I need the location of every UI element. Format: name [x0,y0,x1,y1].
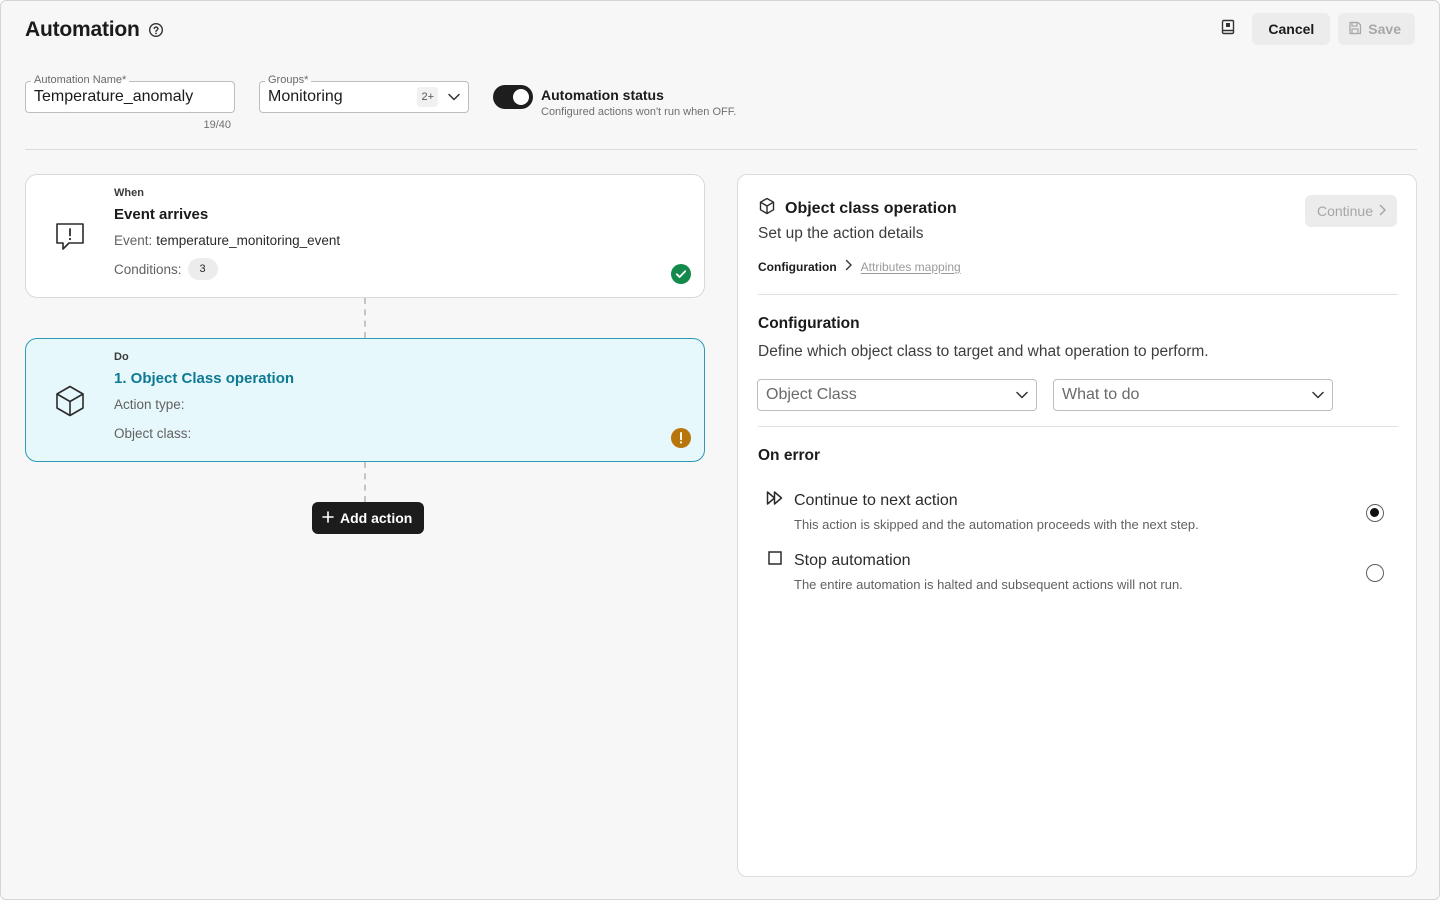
warning-icon [671,428,691,448]
breadcrumb: Configuration Attributes mapping [758,259,961,274]
option-label-row: Continue to next action [766,490,1386,511]
action-card[interactable]: Do 1. Object Class operation Action type… [25,338,705,462]
page-title: Automation [25,18,140,41]
action-type-line: Action type: [114,397,294,412]
conditions-label: Conditions: [114,261,182,277]
configuration-title: Configuration [758,315,860,332]
documentation-button[interactable] [1212,13,1244,45]
panel-header: Object class operation [758,197,957,220]
automation-status-text: Automation status Configured actions won… [541,87,736,118]
help-icon[interactable] [148,22,164,38]
panel-divider [758,294,1398,295]
fast-forward-icon [766,490,784,511]
flow-connector [364,298,366,338]
save-button[interactable]: Save [1338,13,1415,45]
trigger-conditions-line: Conditions: 3 [114,258,340,280]
chevron-down-icon [1016,386,1028,404]
action-card-body: Do 1. Object Class operation Action type… [114,351,294,441]
groups-more-badge: 2+ [417,87,438,107]
trigger-eyebrow: When [114,187,144,199]
object-class-label: Object class: [114,426,192,441]
add-action-button[interactable]: Add action [312,502,425,534]
automation-name-label: Automation Name* [31,74,130,87]
header-actions: Cancel Save [1212,13,1415,45]
trigger-card[interactable]: When Event arrives Event: temperature_mo… [25,174,705,298]
what-to-do-placeholder: What to do [1062,386,1140,403]
plus-icon [322,510,334,526]
object-class-select[interactable]: Object Class [757,379,1037,411]
chevron-right-icon [1379,203,1387,219]
page-header: Automation [25,15,164,45]
action-eyebrow: Do [114,351,129,363]
configuration-subtitle: Define which object class to target and … [758,343,1209,360]
cube-icon [52,383,88,419]
add-action-label: Add action [340,510,413,526]
stop-radio[interactable] [1366,564,1384,582]
chevron-down-icon [1312,386,1324,404]
object-class-line: Object class: [114,426,294,441]
what-to-do-select[interactable]: What to do [1053,379,1333,411]
automation-status-toggle[interactable] [493,85,533,109]
action-title: 1. Object Class operation [114,370,295,387]
breadcrumb-attributes-mapping[interactable]: Attributes mapping [861,260,961,274]
event-message-icon [52,219,88,255]
groups-value: Monitoring [268,88,343,105]
on-error-option-continue[interactable]: Continue to next action This action is s… [766,490,1386,532]
check-circle-icon [671,264,691,284]
on-error-option-stop[interactable]: Stop automation The entire automation is… [766,550,1386,592]
object-class-placeholder: Object Class [766,386,857,403]
flow-connector [364,462,366,502]
event-value: temperature_monitoring_event [156,233,341,248]
on-error-title: On error [758,447,821,464]
panel-divider [758,426,1398,427]
panel-subtitle: Set up the action details [758,225,924,242]
panel-title: Object class operation [785,199,957,217]
save-button-label: Save [1368,21,1401,37]
chevron-down-icon [448,88,460,106]
groups-label: Groups* [265,74,312,87]
continue-radio[interactable] [1366,504,1384,522]
automation-status-title: Automation status [541,87,664,103]
action-details-panel: Object class operation Set up the action… [737,174,1417,877]
toggle-knob [513,89,529,105]
option-description: This action is skipped and the automatio… [794,517,1199,532]
trigger-card-body: When Event arrives Event: temperature_mo… [114,187,340,280]
continue-label: Continue [1316,203,1373,219]
option-description: The entire automation is halted and subs… [794,577,1183,592]
conditions-count-badge: 3 [187,258,218,280]
groups-field: Monitoring 2+ Groups* [259,74,469,113]
book-icon [1221,19,1235,40]
option-label-row: Stop automation [766,550,1386,571]
chevron-right-icon [845,259,853,274]
automation-name-field: Temperature_anomaly Automation Name* 19/… [25,74,235,131]
cube-icon [758,197,776,220]
breadcrumb-configuration[interactable]: Configuration [758,260,837,274]
cancel-button[interactable]: Cancel [1252,13,1331,45]
option-label: Continue to next action [794,491,958,509]
stop-square-icon [766,550,784,571]
character-counter: 19/40 [203,119,231,131]
automation-name-value: Temperature_anomaly [34,88,194,105]
trigger-event-line: Event: temperature_monitoring_event [114,233,340,248]
option-label: Stop automation [794,551,911,569]
action-type-label: Action type: [114,397,185,412]
save-icon [1348,21,1362,38]
automation-status-subtitle: Configured actions won't run when OFF. [541,106,737,118]
automation-editor: Automation Cancel Save Temperature_anoma… [0,0,1440,900]
header-divider [25,149,1417,150]
trigger-title: Event arrives [114,206,209,223]
event-label: Event: [114,233,153,248]
continue-button[interactable]: Continue [1304,195,1397,227]
